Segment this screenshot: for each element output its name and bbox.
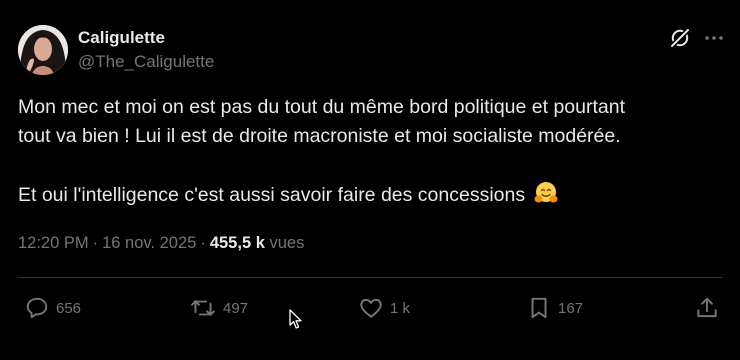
- hugging-face-emoji-icon: [533, 180, 559, 215]
- tweet-line: Mon mec et moi on est pas du tout du mêm…: [18, 96, 626, 118]
- tweet-line-with-emoji: Et oui l'intelligence c'est aussi savoir…: [18, 180, 718, 215]
- tweet-line: Et oui l'intelligence c'est aussi savoir…: [18, 184, 526, 206]
- meta-separator: ·: [92, 234, 99, 252]
- share-icon: [697, 297, 717, 318]
- more-options-icon[interactable]: [703, 27, 725, 49]
- author-display-name[interactable]: Caligulette: [78, 28, 165, 48]
- reply-count: 656: [56, 299, 82, 317]
- tweet-line: tout va bien ! Lui il est de droite macr…: [18, 125, 621, 147]
- repost-icon: [191, 300, 215, 316]
- tweet-meta: 12:20 PM · 16 nov. 2025 · 455,5 k vues: [18, 234, 304, 253]
- tweet-text: Mon mec et moi on est pas du tout du mêm…: [18, 93, 718, 215]
- mouse-cursor-icon: [289, 309, 303, 335]
- divider: [18, 277, 723, 278]
- avatar[interactable]: [18, 25, 68, 75]
- tweet-time[interactable]: 12:20 PM: [18, 234, 89, 252]
- repost-button[interactable]: 497: [189, 294, 248, 322]
- like-count: 1 k: [390, 299, 411, 317]
- bookmark-count: 167: [558, 299, 584, 317]
- heart-icon: [360, 298, 382, 318]
- bookmark-icon: [531, 297, 547, 319]
- author-handle[interactable]: @The_Caligulette: [78, 52, 214, 72]
- repost-count: 497: [223, 299, 249, 317]
- tweet-card: Caligulette @The_Caligulette Mon mec et …: [0, 0, 740, 360]
- tweet-date[interactable]: 16 nov. 2025: [102, 234, 196, 252]
- views-count: 455,5 k: [209, 234, 265, 252]
- reply-button[interactable]: 656: [24, 294, 81, 322]
- views-label: vues: [269, 234, 305, 252]
- share-button[interactable]: [694, 294, 720, 322]
- grok-icon[interactable]: [669, 27, 691, 49]
- reply-icon: [26, 297, 48, 319]
- like-button[interactable]: 1 k: [358, 294, 410, 322]
- bookmark-button[interactable]: 167: [526, 294, 583, 322]
- meta-separator: ·: [200, 234, 206, 252]
